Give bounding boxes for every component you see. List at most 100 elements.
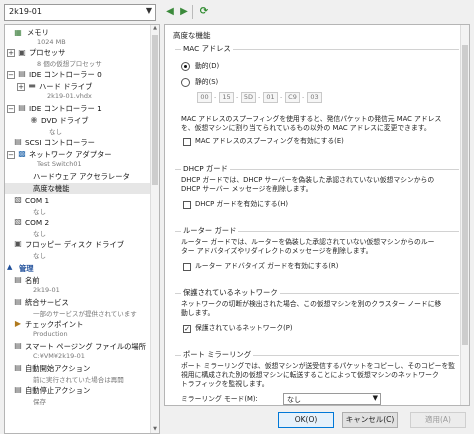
sidebar-item-ide1[interactable]: − ▤ IDE コントローラー 1 <box>5 103 151 114</box>
vm-selector-value: 2k19-01 <box>9 7 42 16</box>
mac-separator: - <box>258 93 261 101</box>
sidebar-item-label: SCSI コントローラー <box>25 138 95 147</box>
checkbox-label: 保護されているネットワーク(P) <box>195 324 293 332</box>
mac-octet-1[interactable]: 00 <box>197 92 212 103</box>
sidebar-item-advanced-features[interactable]: 高度な機能 <box>5 183 151 194</box>
sidebar-scrollbar[interactable]: ▲ ▼ <box>150 25 159 433</box>
name-icon: ▤ <box>14 275 22 284</box>
serial-port-icon: ▧ <box>14 195 22 204</box>
sidebar-item-scsi[interactable]: ▤ SCSI コントローラー <box>5 137 151 148</box>
sidebar-item-processor[interactable]: + ▣ プロセッサ 8 個の仮想プロセッサ <box>5 47 151 68</box>
back-arrow-icon[interactable]: ◀ <box>164 5 176 19</box>
page-title: 高度な機能 <box>173 31 211 40</box>
mirroring-mode-select[interactable]: なし ▼ <box>283 393 381 405</box>
mac-octet-6[interactable]: 03 <box>307 92 322 103</box>
chevron-down-icon: ▼ <box>145 6 152 15</box>
sidebar-item-hard-drive[interactable]: + ▬ ハード ドライブ 2k19-01.vhdx <box>5 81 151 101</box>
sidebar-item-sub: 8 個の仮想プロセッサ <box>37 60 102 68</box>
toolbar-divider <box>192 5 193 19</box>
mirroring-mode-label: ミラーリング モード(M): <box>181 395 258 403</box>
sidebar-item-com2[interactable]: ▧ COM 2 なし <box>5 217 151 238</box>
auto-start-icon: ▤ <box>14 363 22 372</box>
network-icon: ▩ <box>18 149 26 158</box>
management-section-header[interactable]: ▲ 管理 <box>5 263 151 274</box>
serial-port-icon: ▧ <box>14 217 22 226</box>
ok-button[interactable]: OK(O) <box>278 412 334 428</box>
sidebar-item-label: 統合サービス <box>25 298 69 307</box>
mac-octet-4[interactable]: 01 <box>263 92 278 103</box>
sidebar-item-com1[interactable]: ▧ COM 1 なし <box>5 195 151 216</box>
dhcp-description-line: DHCP ガードでは、DHCP サーバーを偽装した承認されていない仮想マシンから… <box>181 176 435 184</box>
sidebar-item-sub: Test Switch01 <box>37 160 82 168</box>
checkbox-label: MAC アドレスのスプーフィングを有効にする(E) <box>195 137 344 145</box>
apply-button[interactable]: 適用(A) <box>410 412 466 428</box>
mac-separator: - <box>302 93 305 101</box>
collapse-icon[interactable]: − <box>7 151 15 159</box>
mac-description-line: MAC アドレスのスプーフィングを使用すると、発信パケットの発信元 MAC アド… <box>181 115 442 123</box>
hard-drive-icon: ▬ <box>28 81 36 90</box>
dhcp-guard-checkbox[interactable] <box>183 201 191 209</box>
forward-arrow-icon[interactable]: ▶ <box>178 5 190 19</box>
sidebar-item-ide0[interactable]: − ▤ IDE コントローラー 0 <box>5 69 151 80</box>
sidebar-item-smart-paging[interactable]: ▤ スマート ページング ファイルの場所 C:¥VM¥2k19-01 <box>5 341 151 361</box>
group-title: ポート ミラーリング <box>181 350 253 360</box>
floppy-icon: ▣ <box>14 239 22 248</box>
mac-octet-3[interactable]: 5D <box>241 92 256 103</box>
sidebar-item-sub: 1024 MB <box>37 38 66 46</box>
protected-network-checkbox[interactable]: ✓ <box>183 325 191 333</box>
sidebar-item-label: 名前 <box>25 276 40 285</box>
sidebar-item-label: ネットワーク アダプター <box>29 150 112 159</box>
sidebar-item-floppy[interactable]: ▣ フロッピー ディスク ドライブ なし <box>5 239 151 260</box>
auto-stop-icon: ▤ <box>14 385 22 394</box>
mac-description-line: を、仮想マシンに割り当てられているもの以外の MAC アドレスに変更できます。 <box>181 124 431 132</box>
scrollbar-thumb[interactable] <box>152 35 158 185</box>
sidebar-item-sub: Production <box>33 330 68 338</box>
collapse-icon[interactable]: − <box>7 71 15 79</box>
port-mirroring-group: ポート ミラーリング ポート ミラーリングでは、仮想マシンが送受信するパケットを… <box>175 350 459 405</box>
sidebar-item-sub: 前に実行されていた場合は再開 <box>33 376 124 384</box>
sidebar-item-network-adapter[interactable]: − ▩ ネットワーク アダプター Test Switch01 <box>5 149 151 169</box>
scroll-down-icon[interactable]: ▼ <box>151 426 159 433</box>
memory-icon: ▦ <box>14 28 22 37</box>
expand-icon[interactable]: + <box>17 83 25 91</box>
sidebar-item-label: ハード ドライブ <box>39 82 93 91</box>
checkbox-label: ルーター アドバタイズ ガードを有効にする(R) <box>195 262 339 270</box>
sidebar-item-label: ハードウェア アクセラレータ <box>33 172 130 181</box>
sidebar-item-integration-services[interactable]: ▤ 統合サービス 一部のサービスが提供されています <box>5 297 151 318</box>
sidebar-item-label: メモリ <box>27 28 49 37</box>
main-scrollbar[interactable] <box>460 25 469 405</box>
sidebar-item-name[interactable]: ▤ 名前 2k19-01 <box>5 275 151 295</box>
dynamic-mac-radio[interactable] <box>181 62 190 71</box>
scroll-up-icon[interactable]: ▲ <box>151 25 159 34</box>
mac-octet-2[interactable]: 15 <box>219 92 234 103</box>
sidebar-item-label: プロセッサ <box>29 48 66 57</box>
sidebar-item-dvd-drive[interactable]: ◉ DVD ドライブ なし <box>5 115 151 136</box>
section-label: 管理 <box>19 264 34 273</box>
sidebar-item-checkpoints[interactable]: ▶ チェックポイント Production <box>5 319 151 339</box>
dhcp-guard-group: DHCP ガード DHCP ガードでは、DHCP サーバーを偽装した承認されてい… <box>175 164 459 221</box>
scrollbar-thumb[interactable] <box>462 45 468 345</box>
mac-separator: - <box>214 93 217 101</box>
sidebar-item-auto-stop[interactable]: ▤ 自動停止アクション 保存 <box>5 385 151 406</box>
cancel-button[interactable]: キャンセル(C) <box>342 412 398 428</box>
static-mac-radio[interactable] <box>181 78 190 87</box>
sidebar-item-label: チェックポイント <box>25 320 84 329</box>
vm-selector[interactable]: 2k19-01 ▼ <box>4 4 156 21</box>
sidebar-item-sub: なし <box>33 208 46 216</box>
controller-icon: ▤ <box>18 69 26 78</box>
group-title: DHCP ガード <box>181 164 230 174</box>
refresh-icon[interactable]: ⟳ <box>198 5 210 19</box>
sidebar-item-label: COM 1 <box>25 196 50 205</box>
radio-label: 動的(D) <box>195 62 220 70</box>
collapse-icon[interactable]: − <box>7 105 15 113</box>
mac-spoofing-checkbox[interactable] <box>183 138 191 146</box>
sidebar-item-auto-start[interactable]: ▤ 自動開始アクション 前に実行されていた場合は再開 <box>5 363 151 384</box>
expand-icon[interactable]: + <box>7 49 15 57</box>
mac-octet-5[interactable]: C9 <box>285 92 300 103</box>
router-description-line: ター アドバタイズやリダイレクトのメッセージを削除します。 <box>181 247 373 255</box>
integration-icon: ▤ <box>14 297 22 306</box>
sidebar-item-sub: C:¥VM¥2k19-01 <box>33 352 85 360</box>
sidebar-item-hw-acceleration[interactable]: ハードウェア アクセラレータ <box>5 171 151 182</box>
router-guard-checkbox[interactable] <box>183 263 191 271</box>
sidebar-item-memory[interactable]: ▦ メモリ 1024 MB <box>5 27 151 47</box>
